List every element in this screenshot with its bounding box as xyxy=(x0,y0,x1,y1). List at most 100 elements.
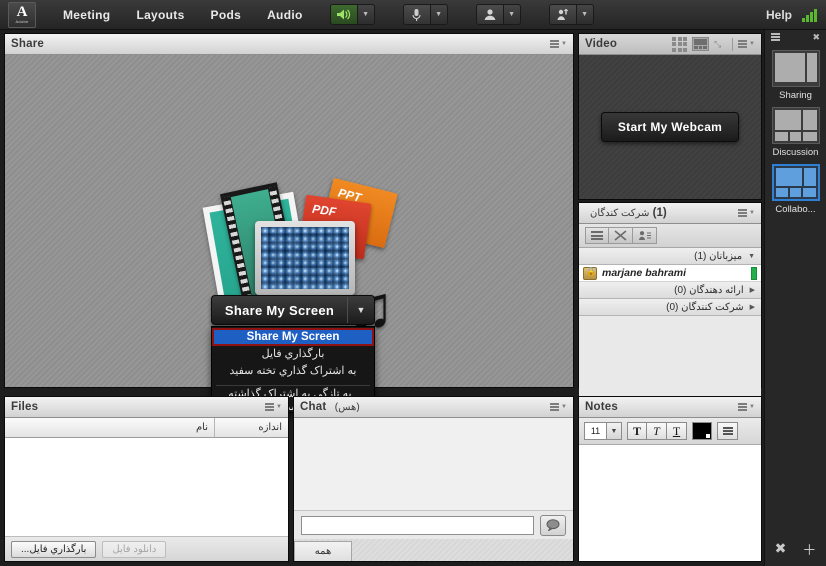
hamburger-icon xyxy=(550,403,560,411)
chevron-down-icon: ▼ xyxy=(749,210,755,216)
menu-item-meeting[interactable]: Meeting xyxy=(50,1,123,29)
chat-input-row xyxy=(294,511,573,539)
upload-file-button[interactable]: بارگذاري فایل... xyxy=(11,540,97,558)
menu-item-layouts[interactable]: Layouts xyxy=(123,1,197,29)
files-footer: بارگذاري فایل... دانلود فایل xyxy=(5,537,288,561)
layout-item-sharing-label: Sharing xyxy=(779,90,812,101)
host-role-icon xyxy=(583,266,597,280)
help-menu[interactable]: Help xyxy=(766,8,792,22)
microphone-icon[interactable] xyxy=(402,4,431,25)
camera-icon[interactable] xyxy=(475,4,504,25)
attendee-status-badge xyxy=(751,266,757,280)
layout-item-sharing[interactable]: Sharing xyxy=(771,50,820,101)
attendees-pod-menu-button[interactable]: ▼ xyxy=(738,209,755,217)
attendee-group-hosts-label: میزبانان (1) xyxy=(694,250,743,262)
layout-item-collaboration[interactable]: Collabo... xyxy=(771,164,820,215)
attendee-group-participants[interactable]: ▶ شرکت کنندگان (0) xyxy=(579,299,761,316)
layout-thumbnail-sharing xyxy=(771,50,820,87)
layout-item-discussion-label: Discussion xyxy=(772,147,819,158)
attendees-pod-title: (1) شرکت کندگان xyxy=(585,207,667,219)
chat-tab-everyone[interactable]: همه xyxy=(294,541,352,561)
share-my-screen-button[interactable]: Share My Screen ▼ xyxy=(211,295,375,325)
layout-item-discussion[interactable]: Discussion xyxy=(771,107,820,158)
share-pod-menu-button[interactable]: ▼ xyxy=(550,40,567,48)
layout-thumbnail-discussion xyxy=(771,107,820,144)
italic-button[interactable]: T xyxy=(647,422,667,440)
chat-input[interactable] xyxy=(301,515,534,535)
share-dropdown-icon[interactable]: ▼ xyxy=(348,305,374,315)
attendee-group-presenters[interactable]: ▶ ارائه دهندگان (0) xyxy=(579,282,761,299)
raise-hand-control: ▼ xyxy=(548,4,594,25)
chat-pod: Chat (هس) ▼ همه xyxy=(293,396,574,562)
files-pod-title: Files xyxy=(11,401,39,413)
download-file-button: دانلود فایل xyxy=(102,540,167,558)
text-format-buttons: T T T xyxy=(627,422,687,440)
adobe-logo: A Adobe xyxy=(8,1,36,28)
grid-view-icon[interactable] xyxy=(672,36,688,52)
share-pod-header: Share ▼ xyxy=(5,34,573,55)
chat-message-area xyxy=(294,418,573,511)
hamburger-icon xyxy=(738,209,748,217)
layout-bar-header: ✖ xyxy=(765,30,826,44)
layout-bar-menu-icon[interactable] xyxy=(771,33,780,41)
files-pod: Files ▼ نام اندازه بارگذاري فایل... دانل… xyxy=(4,396,289,562)
chevron-right-icon: ▶ xyxy=(749,287,755,294)
files-list[interactable] xyxy=(5,438,288,537)
underline-button[interactable]: T xyxy=(667,422,687,440)
attendee-group-participants-label: شرکت کنندگان (0) xyxy=(666,301,744,313)
font-size-selector[interactable]: 11 ▼ xyxy=(584,422,622,440)
layout-thumbnail-collaboration xyxy=(771,164,820,201)
files-column-headers: نام اندازه xyxy=(5,418,288,438)
share-pod-body: PPT PDF ♫ Share My Screen ▼ Share My Scr… xyxy=(5,55,573,413)
bullet-list-button[interactable] xyxy=(717,422,738,440)
camera-dropdown-icon[interactable]: ▼ xyxy=(503,4,521,25)
files-column-size[interactable]: اندازه xyxy=(214,418,288,437)
notes-text-area[interactable] xyxy=(579,445,761,561)
raise-hand-icon[interactable] xyxy=(548,4,577,25)
attendee-status-icon[interactable] xyxy=(633,227,657,244)
chat-pod-menu-button[interactable]: ▼ xyxy=(550,403,567,411)
menu-option-share-whiteboard[interactable]: به اشتراک گذاري تخته سفید xyxy=(212,363,374,380)
menu-option-upload-document[interactable]: بارگذاري فایل xyxy=(212,346,374,363)
attendee-list-view-icon[interactable] xyxy=(585,227,609,244)
chat-pod-header: Chat (هس) ▼ xyxy=(294,397,573,418)
adobe-logo-text: Adobe xyxy=(15,18,29,24)
bold-button[interactable]: T xyxy=(627,422,647,440)
menu-item-pods[interactable]: Pods xyxy=(198,1,255,29)
attendee-group-hosts[interactable]: ▼ میزبانان (1) xyxy=(579,248,761,265)
attendees-pod-title-label: شرکت کندگان xyxy=(590,208,650,219)
speaker-icon[interactable] xyxy=(329,4,358,25)
hamburger-icon xyxy=(550,40,560,48)
attendee-breakout-icon[interactable] xyxy=(609,227,633,244)
connection-status-icon[interactable] xyxy=(802,8,817,22)
speaker-dropdown-icon[interactable]: ▼ xyxy=(357,4,375,25)
add-layout-icon[interactable]: ＋ xyxy=(802,540,816,560)
notes-pod-header: Notes ▼ xyxy=(579,397,761,418)
files-pod-menu-button[interactable]: ▼ xyxy=(265,403,282,411)
swap-layout-icon[interactable]: ✖ xyxy=(775,540,787,560)
text-color-swatch[interactable] xyxy=(692,422,712,440)
attendee-row-host[interactable]: marjane bahrami xyxy=(579,265,761,282)
menu-item-audio[interactable]: Audio xyxy=(254,1,316,29)
notes-pod-menu-button[interactable]: ▼ xyxy=(738,403,755,411)
files-column-name[interactable]: نام xyxy=(5,418,214,437)
chat-pod-title-label: Chat xyxy=(300,401,327,413)
video-pod-header: Video ⤡ ▼ xyxy=(579,34,761,55)
share-pod-title: Share xyxy=(11,38,44,50)
chat-send-icon[interactable] xyxy=(540,514,566,536)
menu-option-share-my-screen[interactable]: Share My Screen xyxy=(212,328,374,346)
hamburger-icon xyxy=(265,403,275,411)
chevron-down-icon: ▼ xyxy=(748,252,755,260)
adobe-logo-glyph: A xyxy=(16,3,28,20)
microphone-dropdown-icon[interactable]: ▼ xyxy=(430,4,448,25)
start-my-webcam-button[interactable]: Start My Webcam xyxy=(600,112,740,142)
fullscreen-icon[interactable]: ⤡ xyxy=(714,38,727,50)
chevron-down-icon: ▼ xyxy=(749,404,755,410)
video-pod-menu-button[interactable]: ▼ xyxy=(738,40,755,48)
raise-hand-dropdown-icon[interactable]: ▼ xyxy=(576,4,594,25)
chevron-down-icon: ▼ xyxy=(561,41,567,47)
attendees-pod: (1) شرکت کندگان ▼ ▼ میزبانان (1) marjane… xyxy=(578,202,762,396)
close-icon[interactable]: ✖ xyxy=(812,32,820,43)
filmstrip-view-icon[interactable] xyxy=(692,37,710,51)
hamburger-icon xyxy=(738,403,748,411)
